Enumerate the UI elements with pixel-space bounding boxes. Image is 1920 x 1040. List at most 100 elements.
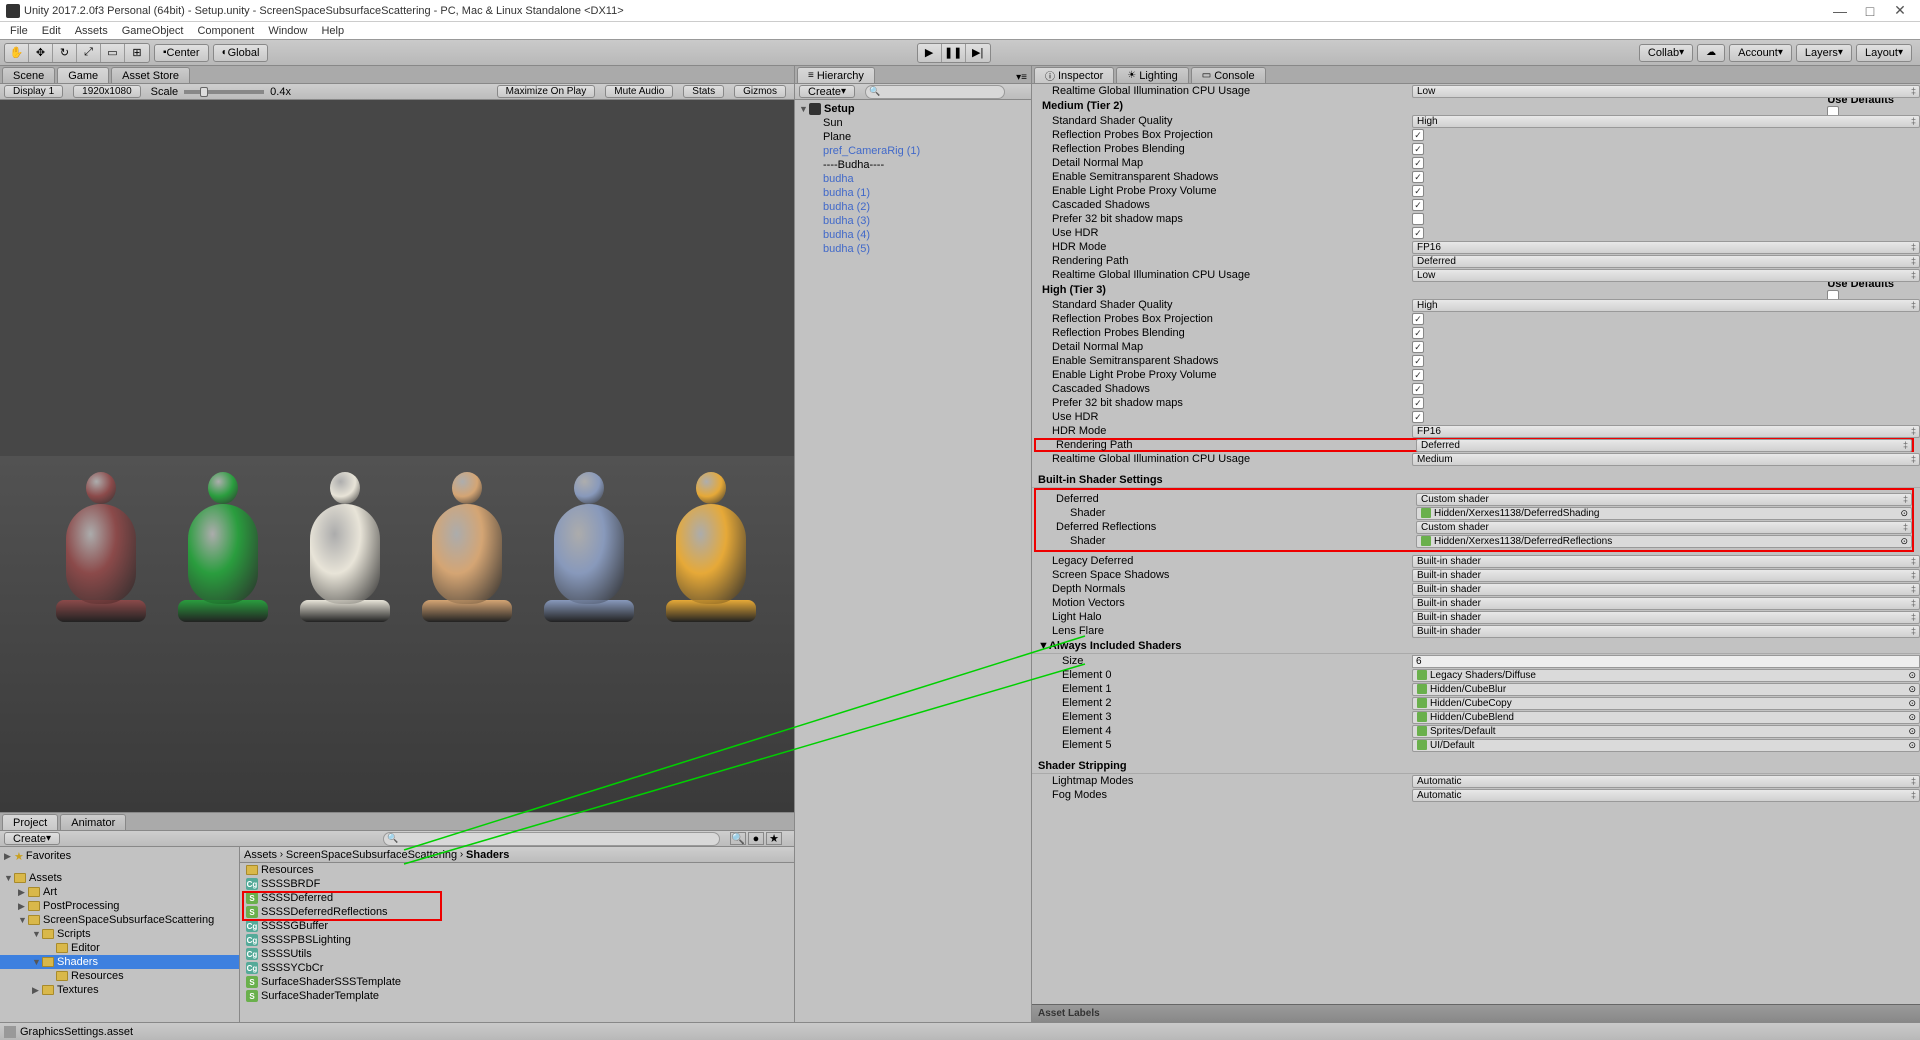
create-button[interactable]: Create ▾ xyxy=(4,832,60,845)
dropdown[interactable]: Medium xyxy=(1412,453,1920,466)
hierarchy-search[interactable] xyxy=(865,85,1005,99)
checkbox[interactable]: ✓ xyxy=(1412,411,1424,423)
dropdown[interactable]: Built-in shader xyxy=(1412,555,1920,568)
tree-folder[interactable]: ▼Shaders xyxy=(0,955,239,969)
checkbox[interactable]: ✓ xyxy=(1412,313,1424,325)
checkbox[interactable]: ✓ xyxy=(1412,185,1424,197)
stats-toggle[interactable]: Stats xyxy=(683,85,724,98)
tab-scene[interactable]: Scene xyxy=(2,67,55,83)
checkbox[interactable]: ✓ xyxy=(1412,171,1424,183)
hierarchy-item[interactable]: budha (3) xyxy=(795,214,1031,228)
filter-label-icon[interactable]: ★ xyxy=(766,832,782,845)
breadcrumb-item[interactable]: Assets xyxy=(244,849,277,861)
file-item[interactable]: SSurfaceShaderTemplate xyxy=(240,989,794,1003)
tree-folder[interactable]: ▶Textures xyxy=(0,983,239,997)
object-field[interactable]: Hidden/CubeCopy xyxy=(1412,697,1920,710)
hierarchy-item[interactable]: ----Budha---- xyxy=(795,158,1031,172)
dropdown[interactable]: High xyxy=(1412,299,1920,312)
checkbox[interactable]: ✓ xyxy=(1412,227,1424,239)
hierarchy-item[interactable]: Plane xyxy=(795,130,1031,144)
tab-inspector[interactable]: ⓘ Inspector xyxy=(1034,67,1114,83)
menu-edit[interactable]: Edit xyxy=(36,24,67,38)
checkbox[interactable]: ✓ xyxy=(1412,129,1424,141)
tab-lighting[interactable]: ☀ Lighting xyxy=(1116,67,1189,83)
hierarchy-item[interactable]: budha (4) xyxy=(795,228,1031,242)
close-button[interactable]: ✕ xyxy=(1894,5,1906,17)
dropdown[interactable]: Deferred xyxy=(1412,255,1920,268)
object-field[interactable]: Sprites/Default xyxy=(1412,725,1920,738)
checkbox[interactable]: ✓ xyxy=(1412,341,1424,353)
hierarchy-item[interactable]: budha (1) xyxy=(795,186,1031,200)
play-button[interactable]: ▶ xyxy=(918,44,942,62)
move-tool[interactable]: ✥ xyxy=(29,44,53,62)
mute-toggle[interactable]: Mute Audio xyxy=(605,85,673,98)
account-button[interactable]: Account ▾ xyxy=(1729,44,1792,62)
favorites-row[interactable]: ▶★Favorites xyxy=(0,849,239,863)
tree-folder[interactable]: ▶Art xyxy=(0,885,239,899)
dropdown[interactable]: Built-in shader xyxy=(1412,625,1920,638)
menu-gameobject[interactable]: GameObject xyxy=(116,24,190,38)
gizmos-toggle[interactable]: Gizmos xyxy=(734,85,786,98)
file-item[interactable]: SSSSSDeferredReflections xyxy=(240,905,794,919)
tree-folder[interactable]: Resources xyxy=(0,969,239,983)
tab-console[interactable]: ▭ Console xyxy=(1191,67,1266,83)
checkbox[interactable] xyxy=(1412,213,1424,225)
dropdown[interactable]: High xyxy=(1412,115,1920,128)
checkbox[interactable]: ✓ xyxy=(1412,199,1424,211)
filter-type-icon[interactable]: ● xyxy=(748,832,764,845)
dropdown[interactable]: Custom shader xyxy=(1416,521,1912,534)
cloud-button[interactable]: ☁ xyxy=(1697,44,1725,62)
hierarchy-item[interactable]: Sun xyxy=(795,116,1031,130)
checkbox[interactable]: ✓ xyxy=(1412,397,1424,409)
tree-folder[interactable]: ▼Scripts xyxy=(0,927,239,941)
dropdown[interactable]: Low xyxy=(1412,269,1920,282)
menu-file[interactable]: File xyxy=(4,24,34,38)
pause-button[interactable]: ❚❚ xyxy=(942,44,966,62)
layers-button[interactable]: Layers ▾ xyxy=(1796,44,1852,62)
object-field[interactable]: Hidden/Xerxes1138/DeferredReflections xyxy=(1416,535,1912,548)
object-field[interactable]: Legacy Shaders/Diffuse xyxy=(1412,669,1920,682)
file-item[interactable]: SSSSSDeferred xyxy=(240,891,794,905)
file-item[interactable]: Resources xyxy=(240,863,794,877)
breadcrumb-item[interactable]: ScreenSpaceSubsurfaceScattering xyxy=(286,849,457,861)
dropdown[interactable]: FP16 xyxy=(1412,241,1920,254)
file-item[interactable]: SSurfaceShaderSSSTemplate xyxy=(240,975,794,989)
checkbox[interactable]: ✓ xyxy=(1412,383,1424,395)
tree-folder[interactable]: Editor xyxy=(0,941,239,955)
tab-assetstore[interactable]: Asset Store xyxy=(111,67,190,83)
hierarchy-item[interactable]: pref_CameraRig (1) xyxy=(795,144,1031,158)
file-item[interactable]: CgSSSSGBuffer xyxy=(240,919,794,933)
hierarchy-item[interactable]: budha xyxy=(795,172,1031,186)
step-button[interactable]: ▶| xyxy=(966,44,990,62)
file-item[interactable]: CgSSSSPBSLighting xyxy=(240,933,794,947)
checkbox[interactable]: ✓ xyxy=(1412,369,1424,381)
object-field[interactable]: Hidden/Xerxes1138/DeferredShading xyxy=(1416,507,1912,520)
dropdown[interactable]: Built-in shader xyxy=(1412,611,1920,624)
hierarchy-create[interactable]: Create ▾ xyxy=(799,85,855,98)
scale-tool[interactable]: ⤢ xyxy=(77,44,101,62)
dropdown[interactable]: FP16 xyxy=(1412,425,1920,438)
dropdown[interactable]: Deferred xyxy=(1416,439,1912,452)
transform-tool[interactable]: ⊞ xyxy=(125,44,149,62)
maximize-button[interactable]: □ xyxy=(1864,5,1876,17)
checkbox[interactable]: ✓ xyxy=(1412,327,1424,339)
checkbox[interactable]: ✓ xyxy=(1412,355,1424,367)
dropdown[interactable]: Built-in shader xyxy=(1412,569,1920,582)
tree-folder[interactable]: ▼Assets xyxy=(0,871,239,885)
search-filter-icon[interactable]: 🔍 xyxy=(730,832,746,845)
dropdown[interactable]: Automatic xyxy=(1412,775,1920,788)
pivot-button[interactable]: ▪ Center xyxy=(154,44,209,62)
tab-hierarchy[interactable]: ≡ Hierarchy xyxy=(797,67,875,83)
size-field[interactable] xyxy=(1412,655,1920,668)
tab-game[interactable]: Game xyxy=(57,67,109,83)
hand-tool[interactable]: ✋ xyxy=(5,44,29,62)
checkbox[interactable]: ✓ xyxy=(1412,143,1424,155)
object-field[interactable]: UI/Default xyxy=(1412,739,1920,752)
layout-button[interactable]: Layout ▾ xyxy=(1856,44,1912,62)
dropdown[interactable]: Automatic xyxy=(1412,789,1920,802)
maximize-toggle[interactable]: Maximize On Play xyxy=(497,85,596,98)
dropdown[interactable]: Custom shader xyxy=(1416,493,1912,506)
space-button[interactable]: ◐ Global xyxy=(213,44,269,62)
object-field[interactable]: Hidden/CubeBlend xyxy=(1412,711,1920,724)
dropdown[interactable]: Low xyxy=(1412,85,1920,98)
